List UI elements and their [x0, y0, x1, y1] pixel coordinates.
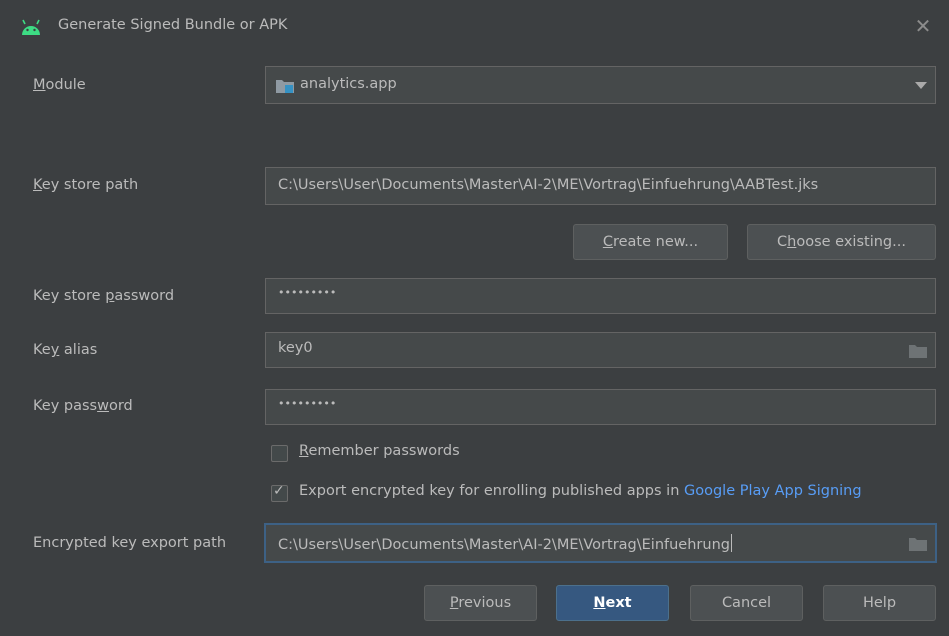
keystore-password-label: Key store password [33, 288, 175, 304]
text-caret [730, 534, 732, 552]
close-icon[interactable]: ✕ [910, 13, 936, 39]
key-alias-label: Key alias [33, 342, 98, 358]
export-key-label[interactable]: Export encrypted key for enrolling publi… [299, 483, 862, 499]
keystore-password-value: ••••••••• [278, 286, 337, 299]
window-title: Generate Signed Bundle or APK [58, 17, 288, 33]
create-new-button[interactable]: Create new... [573, 224, 728, 260]
folder-icon[interactable] [909, 344, 927, 358]
dropdown-arrow-icon[interactable] [915, 82, 927, 89]
export-key-checkbox[interactable]: ✓ [271, 483, 288, 502]
key-alias-field[interactable]: key0 [265, 332, 936, 368]
module-folder-icon [276, 80, 294, 93]
key-alias-value: key0 [278, 340, 313, 356]
export-path-field[interactable]: C:\Users\User\Documents\Master\AI-2\ME\V… [265, 524, 936, 562]
remember-passwords-label[interactable]: Remember passwords [299, 443, 460, 459]
title-bar: Generate Signed Bundle or APK ✕ [0, 0, 949, 56]
previous-button[interactable]: Previous [424, 585, 537, 621]
google-play-signing-link[interactable]: Google Play App Signing [684, 483, 862, 499]
key-password-field[interactable]: ••••••••• [265, 389, 936, 425]
remember-passwords-checkbox[interactable] [271, 445, 288, 462]
module-value: analytics.app [300, 76, 397, 92]
folder-icon[interactable] [909, 537, 927, 551]
help-button[interactable]: Help [823, 585, 936, 621]
export-path-label: Encrypted key export path [33, 535, 227, 551]
key-password-label: Key password [33, 398, 133, 414]
keystore-path-label: Key store path [33, 177, 139, 193]
checkmark-icon: ✓ [273, 483, 285, 499]
module-label: Module [33, 77, 86, 93]
choose-existing-button[interactable]: Choose existing... [747, 224, 936, 260]
android-icon [22, 19, 40, 35]
cancel-button[interactable]: Cancel [690, 585, 803, 621]
keystore-path-value: C:\Users\User\Documents\Master\AI-2\ME\V… [278, 177, 819, 193]
keystore-password-field[interactable]: ••••••••• [265, 278, 936, 314]
export-path-value: C:\Users\User\Documents\Master\AI-2\ME\V… [278, 534, 732, 553]
key-password-value: ••••••••• [278, 397, 337, 410]
next-button[interactable]: Next [556, 585, 669, 621]
module-dropdown[interactable]: analytics.app [265, 66, 936, 104]
keystore-path-field[interactable]: C:\Users\User\Documents\Master\AI-2\ME\V… [265, 167, 936, 205]
